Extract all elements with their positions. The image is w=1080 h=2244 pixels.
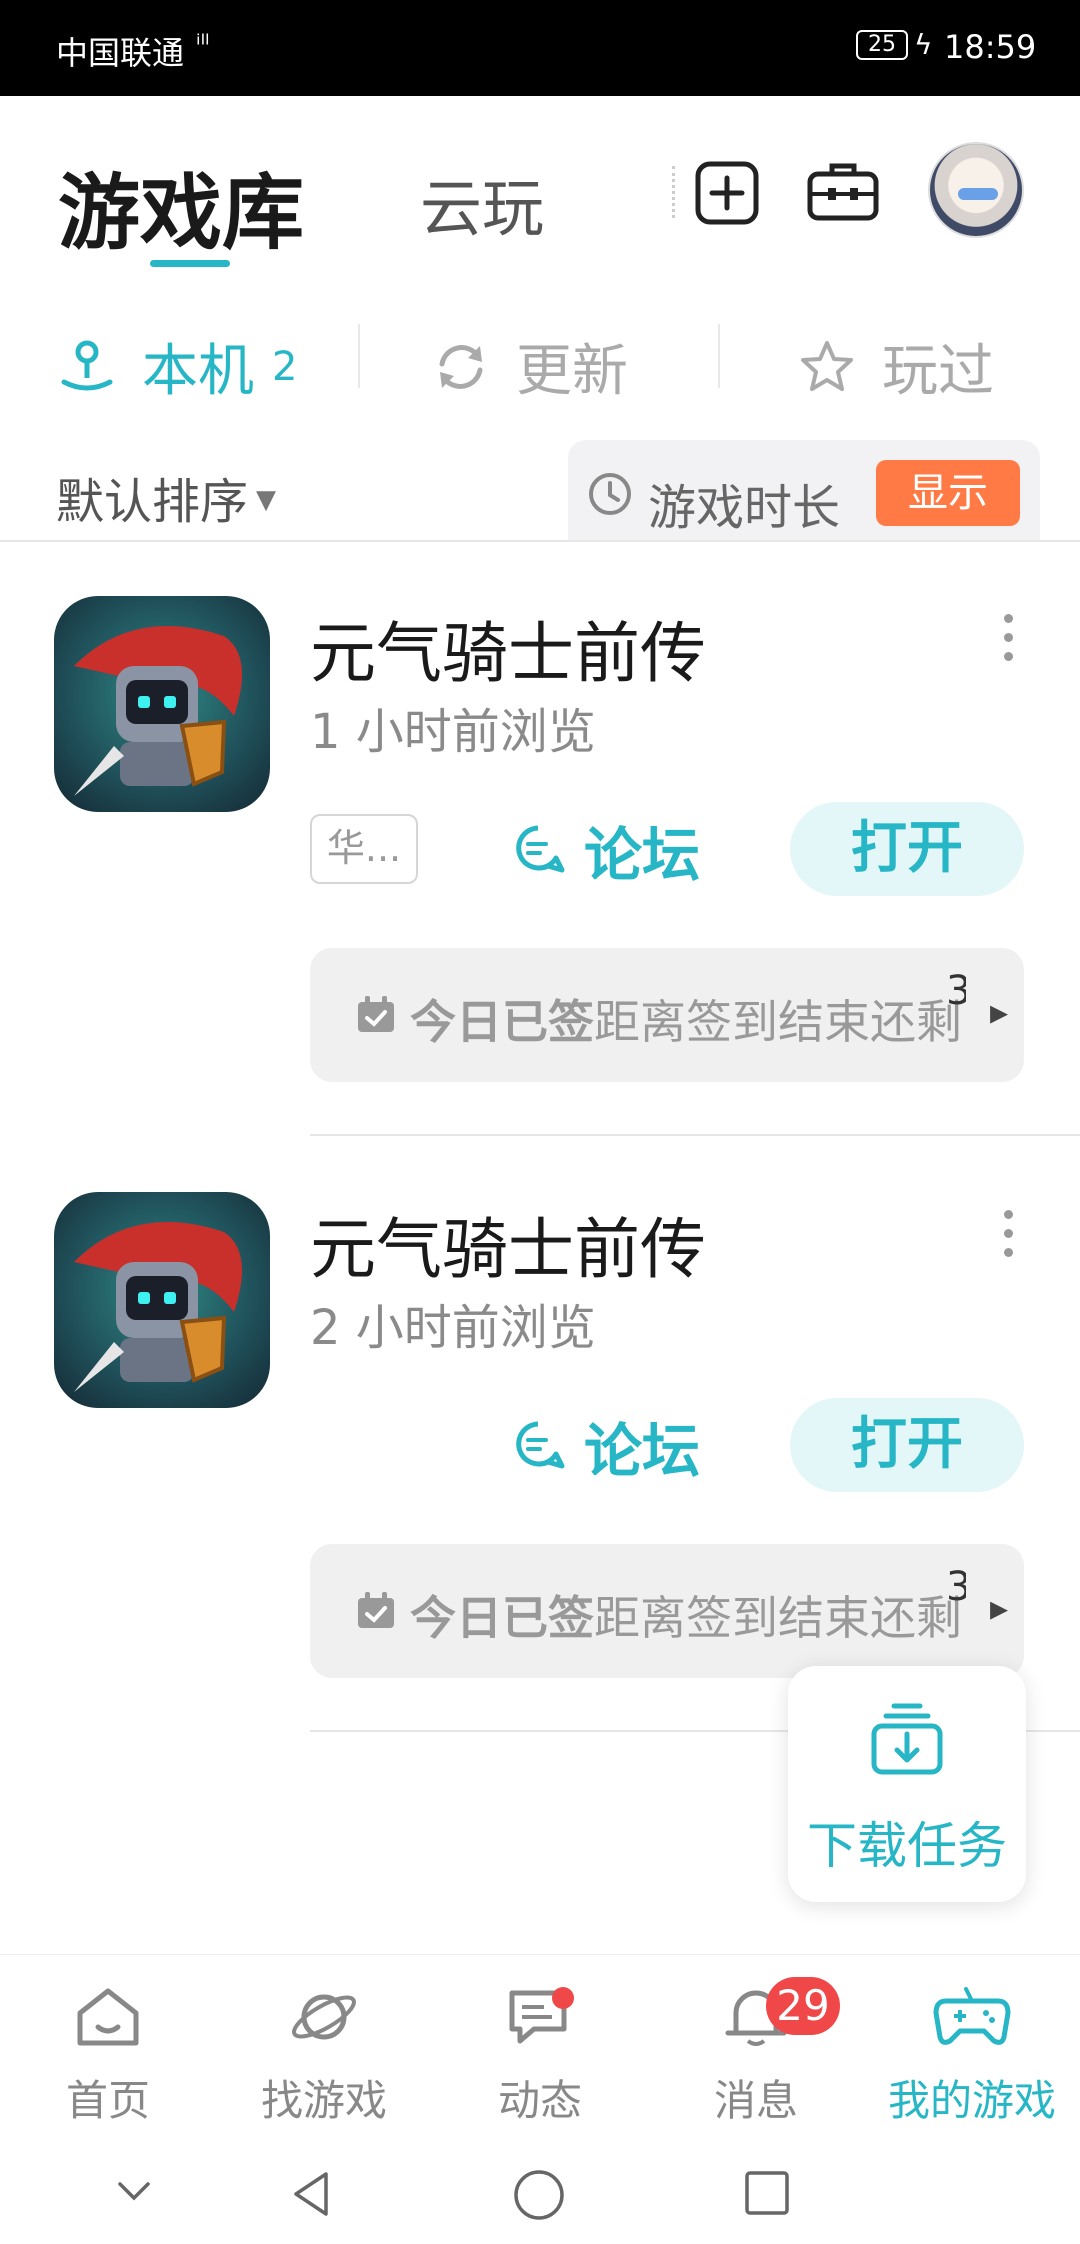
subtab-divider	[718, 324, 720, 388]
knight-game-art-icon	[74, 1222, 242, 1392]
joystick-icon	[61, 340, 113, 390]
nav-feed-label: 动态	[497, 2076, 582, 2125]
subtab-updates-label: 更新	[516, 339, 628, 404]
more-options-icon[interactable]	[996, 614, 1020, 664]
platform-tag: 华...	[310, 814, 418, 884]
sign-in-countdown-label: 距离签到结束还剩	[594, 1591, 962, 1645]
forum-button[interactable]: 论坛	[510, 810, 700, 890]
subtab-updates[interactable]: 更新	[432, 326, 628, 407]
subtab-played[interactable]: 玩过	[798, 326, 994, 407]
system-nav-bar	[0, 2144, 1080, 2244]
tab-game-library[interactable]: 游戏库	[58, 146, 304, 265]
back-icon[interactable]	[286, 2168, 338, 2220]
nav-find-games-label: 找游戏	[260, 2076, 387, 2125]
sub-tabs: 本机 2 更新 玩过	[0, 306, 1080, 416]
nav-feed[interactable]: 动态	[440, 1983, 640, 2128]
game-icon[interactable]	[54, 596, 270, 812]
refresh-icon	[439, 344, 483, 389]
recents-icon[interactable]	[742, 2168, 792, 2218]
sign-in-countdown-label: 距离签到结束还剩	[594, 995, 962, 1049]
game-last-viewed: 1 小时前浏览	[310, 704, 596, 760]
planet-icon	[292, 1994, 356, 2040]
subtab-divider	[358, 324, 360, 388]
subtab-played-label: 玩过	[882, 339, 994, 404]
star-icon	[801, 340, 853, 391]
subtab-local-label: 本机	[142, 339, 254, 404]
sign-in-countdown-value: 30	[946, 968, 966, 1014]
sign-in-text: 今日已签距离签到结束还剩	[410, 986, 962, 1052]
duration-label: 游戏时长	[648, 480, 841, 536]
knight-game-art-icon	[74, 626, 242, 796]
charging-icon: ϟ	[914, 28, 933, 61]
unread-count-badge: 29	[766, 1977, 840, 2035]
nav-find-games[interactable]: 找游戏	[224, 1983, 424, 2128]
play-duration-toggle[interactable]: 游戏时长 显示	[568, 440, 1040, 540]
active-tab-indicator	[150, 260, 230, 267]
download-tasks-label: 下载任务	[807, 1817, 1007, 1875]
gamepad-icon	[933, 1987, 1011, 2045]
divider	[310, 1134, 1080, 1136]
tab-cloud-play[interactable]: 云玩	[420, 158, 544, 248]
forum-icon	[516, 1421, 565, 1469]
chevron-right-icon: ▸	[990, 992, 1009, 1033]
clock-icon	[589, 473, 631, 515]
forum-icon	[516, 825, 565, 873]
sort-dropdown[interactable]: 默认排序 ▼	[56, 462, 276, 532]
home-button-icon[interactable]	[512, 2168, 566, 2222]
sign-in-status: 今日已签	[410, 995, 594, 1049]
more-options-icon[interactable]	[996, 1210, 1020, 1260]
game-card[interactable]: 元气骑士前传 1 小时前浏览 华... 论坛 打开 今日已签距离签到结束还剩 3…	[0, 542, 1080, 1138]
game-last-viewed: 2 小时前浏览	[310, 1300, 596, 1356]
avatar[interactable]	[928, 142, 1024, 238]
calendar-check-icon	[358, 996, 394, 1032]
signal-icon: ⁱˡˡ	[196, 30, 210, 60]
sign-in-text: 今日已签距离签到结束还剩	[410, 1582, 962, 1648]
nav-messages-label: 消息	[713, 2076, 798, 2125]
carrier-label: 中国联通	[56, 34, 185, 72]
subtab-local[interactable]: 本机 2	[58, 326, 297, 407]
forum-label: 论坛	[584, 1417, 701, 1485]
toolbox-icon[interactable]	[806, 156, 880, 230]
clock: 18:59	[944, 28, 1037, 66]
app-header: 游戏库 云玩	[0, 96, 1080, 286]
sort-row: 默认排序 ▼ 游戏时长 显示	[0, 440, 1080, 540]
tab-divider	[672, 166, 675, 218]
game-title[interactable]: 元气骑士前传	[310, 1196, 706, 1292]
add-game-icon[interactable]	[690, 156, 764, 230]
game-title[interactable]: 元气骑士前传	[310, 600, 706, 696]
chevron-right-icon: ▸	[990, 1588, 1009, 1629]
bottom-nav: 首页 找游戏 动态 29 消息 我的游戏	[0, 1954, 1080, 2144]
sign-in-status: 今日已签	[410, 1591, 594, 1645]
nav-messages[interactable]: 29 消息	[656, 1977, 856, 2128]
download-tray-icon	[871, 1703, 943, 1775]
unread-dot	[552, 1987, 574, 2009]
download-tasks-button[interactable]: 下载任务	[788, 1666, 1026, 1902]
sign-in-bar[interactable]: 今日已签距离签到结束还剩 30 ▸	[310, 948, 1024, 1082]
nav-home-label: 首页	[65, 2076, 150, 2125]
home-icon	[77, 1988, 139, 2046]
open-game-button[interactable]: 打开	[790, 1398, 1024, 1492]
caret-down-icon: ▼	[256, 485, 277, 515]
show-duration-button[interactable]: 显示	[876, 460, 1020, 526]
open-game-button[interactable]: 打开	[790, 802, 1024, 896]
forum-label: 论坛	[584, 821, 701, 889]
sign-in-bar[interactable]: 今日已签距离签到结束还剩 30 ▸	[310, 1544, 1024, 1678]
battery-icon: 25	[856, 30, 908, 60]
collapse-icon[interactable]	[112, 2168, 156, 2212]
nav-my-games-label: 我的游戏	[887, 2076, 1056, 2125]
sort-label: 默认排序	[56, 474, 249, 530]
nav-home[interactable]: 首页	[8, 1983, 208, 2128]
nav-my-games[interactable]: 我的游戏	[872, 1983, 1072, 2128]
calendar-check-icon	[358, 1592, 394, 1628]
game-icon[interactable]	[54, 1192, 270, 1408]
game-card[interactable]: 元气骑士前传 2 小时前浏览 论坛 打开 今日已签距离签到结束还剩 30 ▸	[0, 1138, 1080, 1734]
status-bar: 中国联通 ⁱˡˡ 25 ϟ 18:59	[0, 0, 1080, 96]
sign-in-countdown-value: 30	[946, 1564, 966, 1610]
forum-button[interactable]: 论坛	[510, 1406, 700, 1486]
subtab-local-count: 2	[272, 343, 298, 390]
